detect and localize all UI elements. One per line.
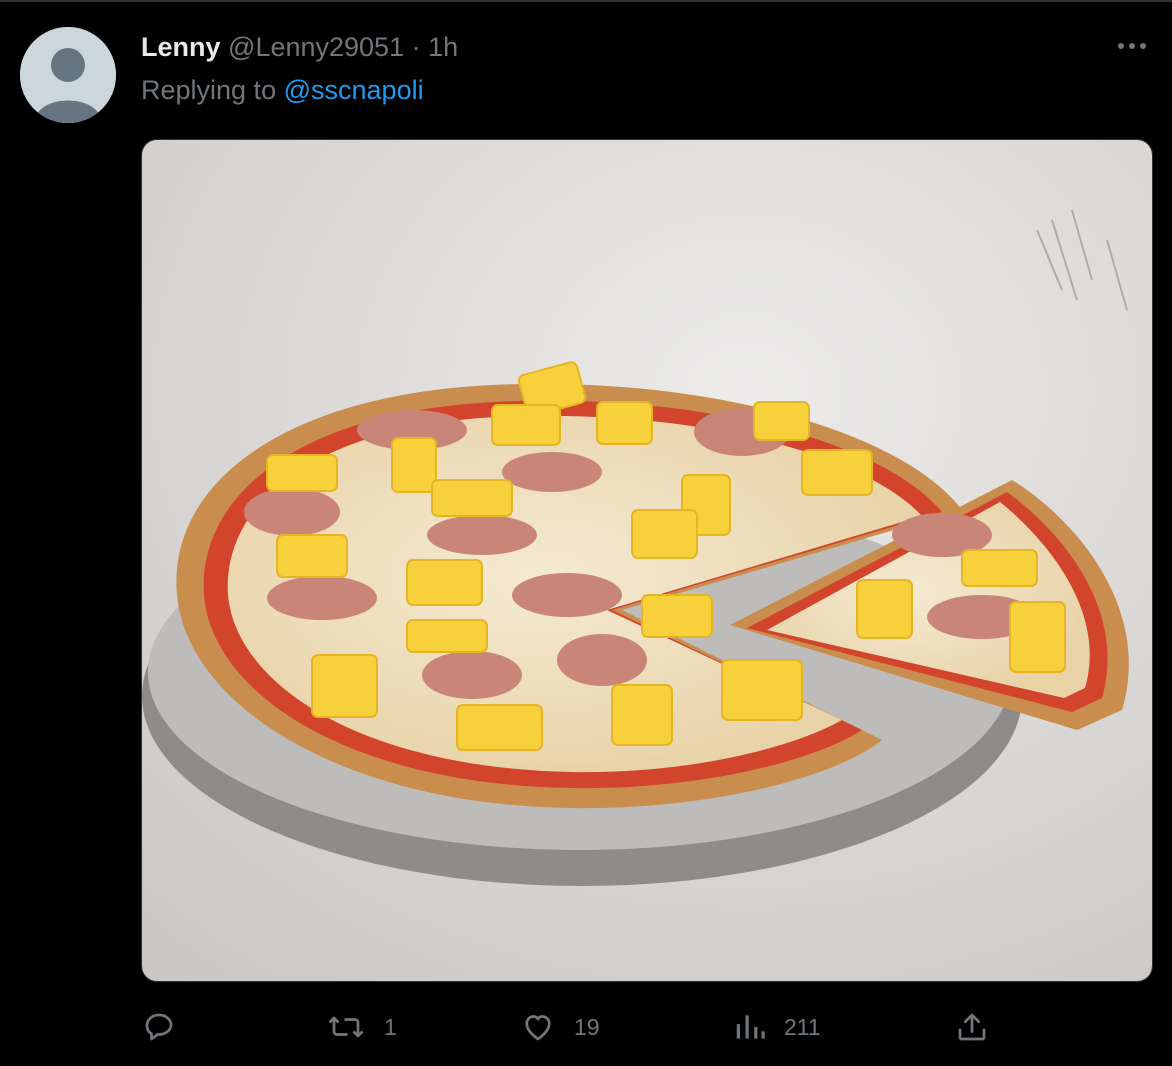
more-icon — [1118, 43, 1146, 49]
replying-to: Replying to @sscnapoli — [141, 73, 424, 107]
tweet-header: Lenny @Lenny29051 · 1h — [141, 30, 458, 64]
like-count: 19 — [574, 1013, 600, 1040]
reply-button[interactable] — [141, 1005, 195, 1049]
views-count: 211 — [784, 1013, 821, 1040]
tweet-actions: 1 19 211 — [0, 1005, 1172, 1049]
like-button[interactable]: 19 — [520, 1005, 600, 1049]
separator-dot: · — [411, 32, 421, 62]
timestamp[interactable]: 1h — [428, 32, 458, 62]
default-avatar-icon — [20, 27, 116, 123]
user-handle[interactable]: @Lenny29051 — [228, 32, 404, 62]
heart-icon — [525, 1015, 551, 1041]
display-name[interactable]: Lenny — [141, 32, 221, 62]
retweet-icon — [328, 1016, 364, 1038]
more-options-button[interactable] — [1114, 36, 1150, 56]
share-icon — [958, 1013, 986, 1041]
share-button[interactable] — [954, 1005, 990, 1049]
views-button[interactable]: 211 — [734, 1005, 821, 1049]
reply-icon — [145, 1013, 173, 1041]
top-divider — [0, 0, 1172, 2]
retweet-button[interactable]: 1 — [326, 1005, 397, 1049]
mention-link[interactable]: @sscnapoli — [284, 75, 424, 105]
tweet-media-image[interactable] — [141, 139, 1153, 982]
views-icon — [736, 1015, 765, 1039]
avatar[interactable] — [20, 27, 116, 123]
pizza-photo — [142, 140, 1152, 981]
retweet-count: 1 — [384, 1013, 397, 1040]
replying-to-label: Replying to — [141, 75, 277, 105]
